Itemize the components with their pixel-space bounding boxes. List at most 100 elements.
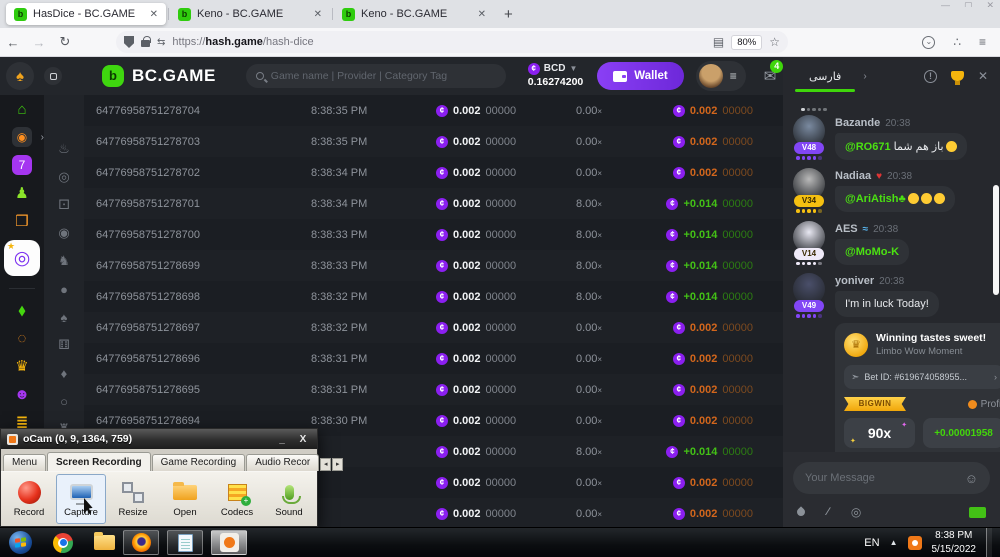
table-row[interactable]: 647769587512786958:38:31 PM¢0.002000000.… [84, 374, 783, 405]
chat-expand-chevron-icon[interactable]: › [863, 71, 866, 82]
bet-id-pill[interactable]: ➣Bet ID: #619674058955...› [844, 365, 1000, 389]
ocam-tab-menu[interactable]: Menu [3, 454, 46, 471]
chat-mention[interactable]: @AriAtish♣ [845, 193, 906, 205]
taskbar-clock[interactable]: 8:38 PM 5/15/2022 [932, 529, 977, 556]
sidebar-game-icon-1[interactable]: ♨ [44, 135, 84, 163]
language-indicator[interactable]: EN [864, 537, 879, 549]
url-text[interactable]: https://hash.game/hash-dice [172, 36, 705, 48]
taskbar-chrome-icon[interactable] [53, 533, 73, 553]
sidebar-item-tokens[interactable]: ◌ [0, 324, 44, 352]
chat-bubble[interactable]: @AriAtish♣ [835, 186, 955, 212]
back-button[interactable]: ← [0, 35, 26, 50]
profile-menu[interactable]: ≡ [696, 61, 746, 91]
chat-bubble[interactable]: @MoMo-K [835, 239, 909, 265]
chat-message-input[interactable]: Your Message ☺ [793, 462, 990, 494]
sidebar-item-home[interactable]: ⌂ [0, 95, 44, 123]
ocam-tab-scroll-right-icon[interactable]: ▸ [332, 458, 343, 471]
sidebar-item-ghosts[interactable]: ☻ [0, 380, 44, 408]
trophy-icon[interactable] [951, 71, 964, 81]
tray-ocam-icon[interactable] [908, 536, 922, 550]
ocam-tab-game-recording[interactable]: Game Recording [152, 454, 246, 471]
ocam-sound-button[interactable]: Sound [264, 474, 314, 524]
ocam-minimize-button[interactable]: _ [274, 434, 290, 445]
reader-mode-icon[interactable]: ▤ [713, 35, 724, 49]
close-icon[interactable]: ✕ [986, 0, 994, 7]
sidebar-item-crown[interactable]: ♛ [0, 352, 44, 380]
chat-mention[interactable]: @MoMo-K [845, 246, 899, 258]
table-row[interactable]: 647769587512787008:38:33 PM¢0.002000008.… [84, 219, 783, 250]
taskbar-ocam-button[interactable] [211, 530, 247, 555]
table-row[interactable]: 647769587512787048:38:35 PM¢0.002000000.… [84, 95, 783, 126]
ocam-tab-scroll-left-icon[interactable]: ◂ [320, 458, 331, 471]
game-search-input[interactable]: Game name | Provider | Category Tag [246, 64, 506, 88]
ocam-open-button[interactable]: Open [160, 474, 210, 524]
start-button[interactable] [9, 531, 32, 554]
chat-commands-icon[interactable]: ∕ [827, 506, 829, 518]
sidebar-item-sports[interactable]: ♟ [0, 179, 44, 207]
chat-rules-info-icon[interactable]: ! [924, 70, 937, 83]
sidebar-game-icon-2[interactable]: ◎ [44, 163, 84, 191]
sidebar-game-icon-3[interactable]: ⚀ [44, 191, 84, 219]
taskbar-firefox-button[interactable] [123, 530, 159, 555]
extension-icon[interactable]: ∴ [953, 35, 961, 49]
browser-tab[interactable]: bHasDice - BC.GAME✕ [6, 3, 166, 25]
tray-expand-icon[interactable]: ▲ [890, 538, 898, 547]
wallet-button[interactable]: Wallet [597, 62, 683, 90]
ocam-tab-screen-recording[interactable]: Screen Recording [47, 452, 151, 471]
chat-username[interactable]: yoniver [835, 275, 874, 287]
table-row[interactable]: 647769587512787018:38:34 PM¢0.002000008.… [84, 188, 783, 219]
sidebar-game-icon-9[interactable]: ♦ [44, 359, 84, 387]
chat-username[interactable]: Bazande [835, 117, 880, 129]
browser-tab[interactable]: bKeno - BC.GAME✕ [334, 3, 494, 25]
table-row[interactable]: 647769587512786988:38:32 PM¢0.002000008.… [84, 281, 783, 312]
sidebar-item-hash-dice[interactable]: ◎ [0, 238, 44, 278]
bcgame-logo-text[interactable]: BC.GAME [132, 66, 216, 86]
keyboard-icon[interactable] [969, 507, 986, 518]
sidebar-item-slots[interactable]: 7 [0, 151, 44, 179]
pocket-icon[interactable]: ⌄ [922, 36, 935, 49]
ocam-close-button[interactable]: X [295, 434, 311, 445]
rain-icon[interactable] [795, 506, 806, 517]
permissions-icon[interactable]: ⇆ [157, 37, 165, 48]
tracking-shield-icon[interactable] [124, 36, 134, 48]
tab-close-icon[interactable]: ✕ [150, 9, 158, 20]
menu-hamburger-icon[interactable]: ≡ [979, 35, 986, 49]
lock-icon[interactable] [141, 40, 150, 47]
table-row[interactable]: 647769587512786978:38:32 PM¢0.002000000.… [84, 312, 783, 343]
zoom-level-badge[interactable]: 80% [731, 35, 762, 50]
coin-flip-icon[interactable]: ◎ [851, 505, 861, 519]
sidebar-collapse-button[interactable] [44, 67, 62, 85]
chat-mention[interactable]: @RO671 [845, 141, 891, 153]
sidebar-game-icon-10[interactable]: ○ [44, 387, 84, 415]
sidebar-game-icon-7[interactable]: ♠ [44, 303, 84, 331]
table-row[interactable]: 647769587512786968:38:31 PM¢0.002000000.… [84, 343, 783, 374]
sidebar-item-casino[interactable]: ◉› [0, 123, 44, 151]
show-desktop-button[interactable] [986, 528, 992, 557]
table-row[interactable]: 647769587512786998:38:33 PM¢0.002000008.… [84, 250, 783, 281]
maximize-icon[interactable]: ▢ [964, 0, 973, 7]
tab-close-icon[interactable]: ✕ [314, 9, 322, 20]
reload-button[interactable]: ↻ [52, 34, 78, 50]
bcgame-logo-icon[interactable]: b [102, 65, 124, 87]
ocam-titlebar[interactable]: oCam (0, 9, 1364, 759) _ X [1, 429, 317, 449]
tab-close-icon[interactable]: ✕ [478, 9, 486, 20]
forward-button[interactable]: → [26, 35, 52, 50]
page-scrollbar[interactable] [993, 185, 999, 295]
emoji-picker-icon[interactable]: ☺ [965, 471, 978, 486]
sidebar-game-icon-6[interactable]: ● [44, 275, 84, 303]
browser-tab[interactable]: bKeno - BC.GAME✕ [170, 3, 330, 25]
new-tab-button[interactable]: + [504, 6, 513, 23]
ocam-capture-button[interactable]: Capture [56, 474, 106, 524]
ocam-tab-audio-recor[interactable]: Audio Recor [246, 454, 319, 471]
bookmark-star-icon[interactable]: ☆ [769, 35, 780, 49]
ocam-codecs-button[interactable]: Codecs [212, 474, 262, 524]
win-moment-card[interactable]: ♛Winning tastes sweet!Limbo Wow Moment➣B… [835, 323, 1000, 452]
sidebar-item-ticket[interactable]: ⬧ [0, 296, 44, 324]
inbox-button[interactable]: ✉ 4 [764, 67, 777, 86]
chat-close-icon[interactable]: ✕ [978, 69, 988, 83]
chat-bubble[interactable]: @RO671 باز هم شما [835, 133, 967, 160]
currency-selector[interactable]: ¢ BCD ▼ 0.16274200 [528, 63, 583, 89]
chat-username[interactable]: AES [835, 223, 858, 235]
table-row[interactable]: 647769587512787038:38:35 PM¢0.002000000.… [84, 126, 783, 157]
table-row[interactable]: 647769587512787028:38:34 PM¢0.002000000.… [84, 157, 783, 188]
